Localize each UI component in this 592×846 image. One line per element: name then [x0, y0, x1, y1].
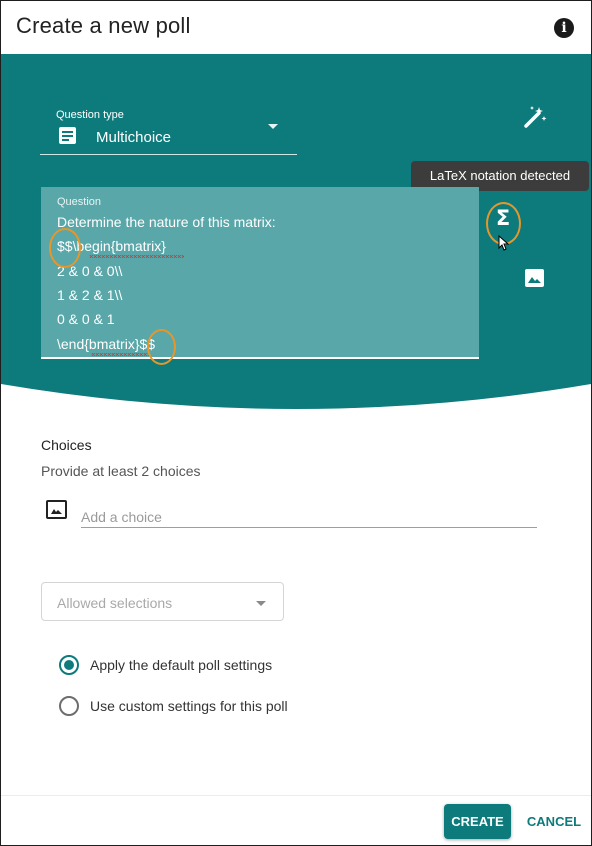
cursor-icon — [498, 234, 510, 251]
question-field[interactable]: Question Determine the nature of this ma… — [41, 187, 479, 359]
question-line: Determine the nature of this matrix: — [57, 214, 276, 230]
footer-divider — [1, 795, 591, 796]
choices-heading: Choices — [41, 437, 92, 453]
chevron-down-icon — [256, 601, 266, 606]
create-poll-dialog: Create a new poll i Question type Multic… — [0, 0, 592, 846]
chevron-down-icon — [268, 124, 278, 129]
image-icon[interactable] — [525, 269, 544, 287]
allowed-selections-placeholder: Allowed selections — [57, 595, 173, 611]
highlight-ring — [147, 329, 176, 365]
radio-custom-settings[interactable] — [59, 696, 79, 716]
choices-hint: Provide at least 2 choices — [41, 463, 201, 479]
question-type-value: Multichoice — [96, 129, 172, 146]
spellcheck-underline — [89, 255, 184, 258]
question-type-label: Question type — [56, 109, 124, 121]
info-icon[interactable]: i — [554, 18, 574, 38]
choice-image-icon[interactable] — [46, 500, 67, 519]
highlight-ring — [49, 228, 81, 268]
question-line: 0 & 0 & 1 — [57, 311, 115, 327]
allowed-selections-select[interactable]: Allowed selections — [41, 582, 284, 621]
radio-default-settings[interactable] — [59, 655, 79, 675]
add-choice-input[interactable] — [81, 506, 537, 528]
document-icon — [59, 127, 76, 144]
radio-default-settings-label[interactable]: Apply the default poll settings — [90, 657, 272, 673]
question-type-select[interactable]: Question type Multichoice — [40, 99, 297, 155]
question-line: \end{bmatrix}$$ — [57, 336, 156, 352]
question-line: 1 & 2 & 1\\ — [57, 287, 123, 303]
dialog-title: Create a new poll — [16, 13, 191, 38]
spellcheck-underline — [91, 353, 149, 356]
create-button[interactable]: CREATE — [444, 804, 511, 839]
cancel-button[interactable]: CANCEL — [523, 804, 585, 839]
dialog-header: Create a new poll i — [1, 1, 591, 54]
radio-custom-settings-label[interactable]: Use custom settings for this poll — [90, 698, 288, 714]
question-label: Question — [57, 196, 102, 208]
magic-wand-icon[interactable] — [521, 103, 549, 131]
sigma-icon[interactable]: Σ — [492, 205, 514, 231]
